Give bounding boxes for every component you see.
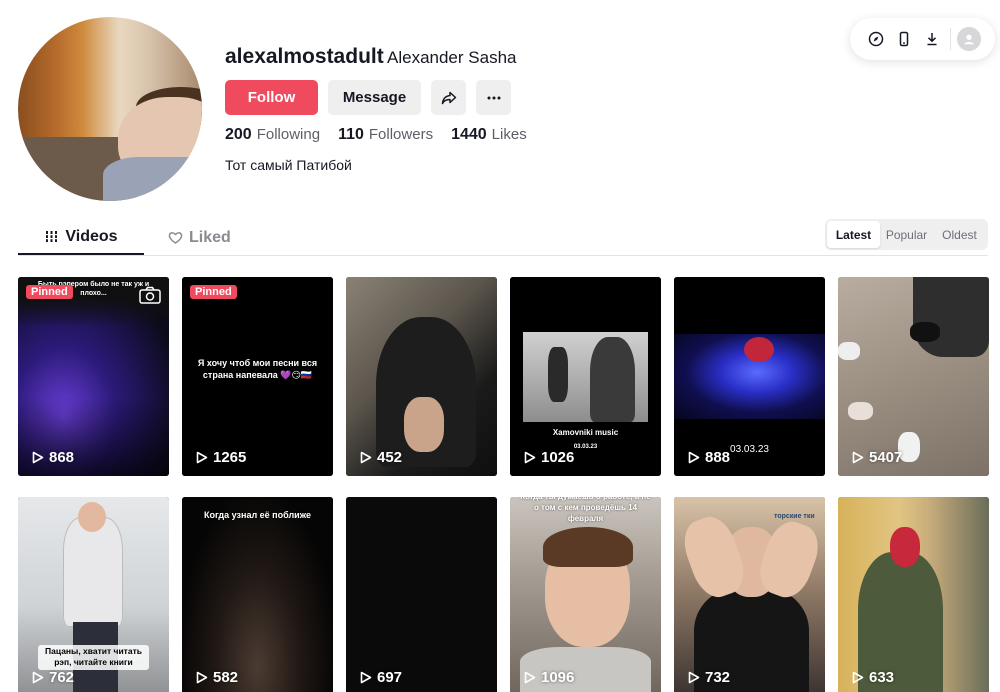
video-caption: Когда узнал её поближе — [204, 510, 311, 520]
view-count: 582 — [196, 669, 238, 686]
video-card[interactable]: Pinned Я хочу чтоб мои песни вся страна … — [182, 277, 333, 476]
play-icon — [360, 451, 372, 464]
more-options-button[interactable] — [476, 80, 511, 115]
video-card[interactable]: 452 — [346, 277, 497, 476]
profile-nickname: Alexander Sasha — [387, 48, 517, 67]
play-icon — [360, 671, 372, 684]
video-card[interactable]: Когда узнал её поближе 582 — [182, 497, 333, 692]
profile-stats: 200 Following 110 Followers 1440 Likes — [225, 126, 527, 144]
sort-latest[interactable]: Latest — [827, 221, 880, 248]
stat-likes: 1440 Likes — [451, 126, 527, 143]
camera-icon — [139, 286, 161, 304]
profile-username: alexalmostadult — [225, 45, 384, 68]
view-count: 762 — [32, 669, 74, 686]
view-count: 868 — [32, 449, 74, 466]
pinned-badge: Pinned — [190, 285, 237, 299]
stat-followers[interactable]: 110 Followers — [338, 126, 433, 144]
view-count: 732 — [688, 669, 730, 686]
sort-popular[interactable]: Popular — [880, 221, 933, 248]
play-icon — [524, 671, 536, 684]
video-card[interactable]: Быть рэпером было не так уж и плохо... P… — [18, 277, 169, 476]
grid-icon — [45, 231, 59, 242]
message-button[interactable]: Message — [328, 80, 421, 115]
play-icon — [688, 451, 700, 464]
stat-following[interactable]: 200 Following — [225, 126, 320, 144]
view-count: 452 — [360, 449, 402, 466]
play-icon — [196, 451, 208, 464]
video-caption: Я хочу чтоб мои песни вся страна напевал… — [197, 358, 318, 381]
video-card[interactable]: торские тки 732 — [674, 497, 825, 692]
video-caption: Когда ты думаешь о работе, а не о том с … — [520, 497, 650, 523]
play-icon — [32, 671, 44, 684]
pinned-badge: Pinned — [26, 285, 73, 299]
video-caption: торские тки — [774, 513, 815, 520]
view-count: 1265 — [196, 449, 246, 466]
video-caption: Пацаны, хватит читать рэп, читайте книги — [38, 645, 149, 670]
top-toolbar — [850, 18, 995, 60]
user-avatar-icon[interactable] — [957, 27, 981, 51]
video-card[interactable]: 03.03.23 888 — [674, 277, 825, 476]
more-dots-icon — [487, 96, 500, 99]
view-count: 633 — [852, 669, 894, 686]
share-icon — [441, 91, 456, 104]
download-icon[interactable] — [918, 25, 946, 53]
compass-icon[interactable] — [862, 25, 890, 53]
video-card[interactable]: 697 — [346, 497, 497, 692]
video-grid: Быть рэпером было не так уж и плохо... P… — [18, 277, 990, 692]
play-icon — [852, 451, 864, 464]
video-card[interactable]: 633 — [838, 497, 989, 692]
video-card[interactable]: Xamovniki music 03.03.23 1026 — [510, 277, 661, 476]
view-count: 888 — [688, 449, 730, 466]
tab-liked[interactable]: Liked — [168, 220, 248, 255]
heart-lock-icon — [168, 232, 183, 244]
view-count: 1026 — [524, 449, 574, 466]
profile-bio: Тот самый Патибой — [225, 157, 352, 173]
phone-icon[interactable] — [890, 25, 918, 53]
play-icon — [32, 451, 44, 464]
view-count: 5407 — [852, 449, 902, 466]
play-icon — [524, 451, 536, 464]
play-icon — [688, 671, 700, 684]
video-card[interactable]: 5407 — [838, 277, 989, 476]
share-button[interactable] — [431, 80, 466, 115]
play-icon — [852, 671, 864, 684]
sort-oldest[interactable]: Oldest — [933, 221, 986, 248]
toolbar-divider — [950, 28, 951, 50]
play-icon — [196, 671, 208, 684]
follow-button[interactable]: Follow — [225, 80, 318, 115]
view-count: 1096 — [524, 669, 574, 686]
video-caption: Xamovniki music — [552, 428, 619, 437]
sort-toggle: Latest Popular Oldest — [825, 219, 988, 250]
video-card[interactable]: Пацаны, хватит читать рэп, читайте книги… — [18, 497, 169, 692]
profile-avatar — [18, 17, 202, 201]
video-card[interactable]: Когда ты думаешь о работе, а не о том с … — [510, 497, 661, 692]
tab-videos[interactable]: Videos — [18, 220, 144, 255]
view-count: 697 — [360, 669, 402, 686]
